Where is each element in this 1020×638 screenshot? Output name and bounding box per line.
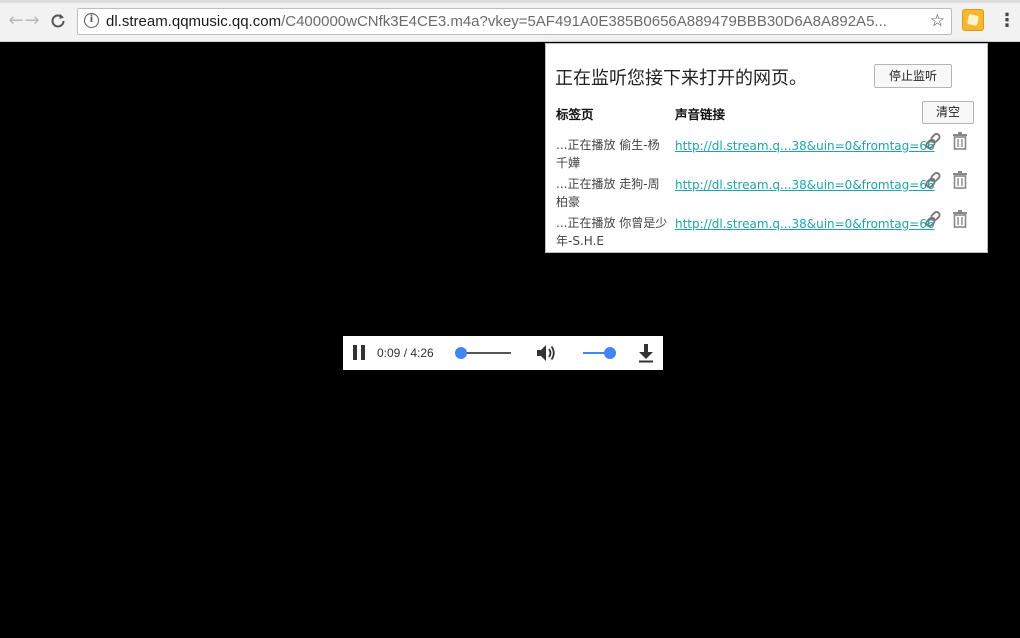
url-host: dl.stream.qqmusic.qq.com	[106, 13, 282, 30]
menu-icon[interactable]: ⋮	[998, 10, 1016, 32]
seek-thumb[interactable]	[454, 347, 467, 359]
link-icon[interactable]	[924, 132, 942, 150]
audio-link[interactable]: http://dl.stream.q...38&uin=0&fromtag=66	[675, 216, 935, 232]
column-header-tab: 标签页	[556, 107, 594, 122]
tab-strip-edge	[0, 0, 1020, 3]
list-item: ...正在播放 走狗-周柏豪 http://dl.stream.q...38&u…	[546, 171, 989, 215]
stop-listening-button[interactable]: 停止监听	[874, 64, 952, 88]
forward-arrow-icon[interactable]: →	[21, 10, 43, 32]
audio-link[interactable]: http://dl.stream.q...38&uin=0&fromtag=66	[675, 138, 935, 154]
star-icon[interactable]: ☆	[930, 11, 945, 32]
pause-icon[interactable]	[353, 345, 366, 360]
list-item: ...正在播放 偷生-杨千嬅 http://dl.stream.q...38&u…	[546, 132, 989, 176]
link-icon[interactable]	[924, 171, 942, 189]
extension-icon[interactable]	[962, 9, 984, 31]
address-bar[interactable]: i dl.stream.qqmusic.qq.com/C400000wCNfk3…	[77, 8, 952, 35]
tab-title: ...正在播放 走狗-周柏豪	[556, 177, 660, 209]
url-text[interactable]: dl.stream.qqmusic.qq.com/C400000wCNfk3E4…	[106, 9, 921, 34]
extension-icon-inner	[967, 14, 979, 26]
column-header-link: 声音链接	[675, 107, 726, 122]
clear-button[interactable]: 清空	[922, 101, 974, 124]
audio-player: 0:09 / 4:26	[343, 336, 663, 370]
extension-popup: 正在监听您接下来打开的网页。 停止监听 标签页 声音链接 清空 ...正在播放 …	[545, 43, 988, 253]
audio-link[interactable]: http://dl.stream.q...38&uin=0&fromtag=66	[675, 177, 935, 193]
reload-icon[interactable]	[47, 10, 69, 32]
trash-icon[interactable]	[952, 210, 968, 228]
trash-icon[interactable]	[952, 171, 968, 189]
download-icon[interactable]	[638, 343, 654, 363]
volume-icon[interactable]	[536, 344, 556, 362]
trash-icon[interactable]	[952, 132, 968, 150]
info-icon[interactable]: i	[84, 13, 99, 28]
link-icon[interactable]	[924, 210, 942, 228]
list-item: ...正在播放 你曾是少年-S.H.E http://dl.stream.q..…	[546, 210, 989, 254]
tab-title: ...正在播放 偷生-杨千嬅	[556, 138, 660, 170]
url-path: /C400000wCNfk3E4CE3.m4a?vkey=5AF491A0E38…	[281, 13, 887, 30]
volume-thumb[interactable]	[604, 347, 616, 359]
popup-title: 正在监听您接下来打开的网页。	[555, 68, 807, 89]
playback-time: 0:09 / 4:26	[377, 346, 434, 360]
tab-title: ...正在播放 你曾是少年-S.H.E	[556, 216, 668, 248]
browser-toolbar: ← → i dl.stream.qqmusic.qq.com/C400000wC…	[0, 0, 1020, 42]
